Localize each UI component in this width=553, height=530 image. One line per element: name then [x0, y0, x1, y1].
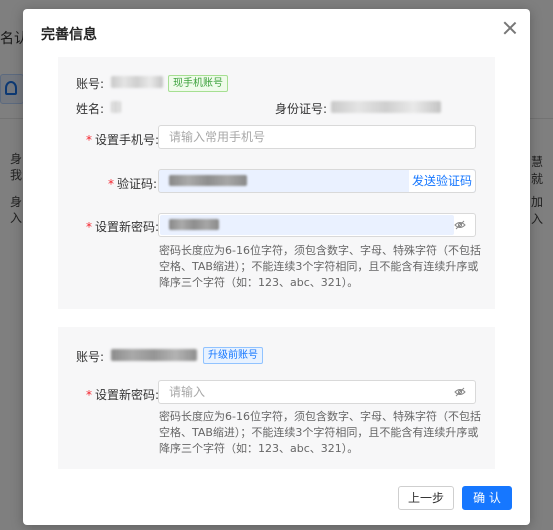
prev-step-button[interactable]: 上一步: [398, 486, 454, 510]
verify-code-redacted: [169, 175, 247, 186]
confirm-button[interactable]: 确 认: [462, 486, 512, 510]
eye-off-icon[interactable]: [454, 386, 466, 398]
account-label: 账号:: [76, 77, 105, 91]
phone-label: * 设置手机号:: [86, 133, 160, 147]
password-rule-hint: 密码长度应为6-16位字符，须包含数字、字母、特殊字符（不包括空格、TAB缩进）…: [159, 244, 481, 289]
legacy-password-input[interactable]: 请输入: [158, 380, 476, 404]
new-password-input[interactable]: [158, 213, 476, 237]
legacy-account-section: 账号: 升级前账号 * 设置新密码: 请输入 密码长度应为6-16位字符，须包含数…: [58, 327, 495, 469]
verify-code-label: * 验证码:: [108, 177, 158, 191]
eye-off-icon[interactable]: [454, 219, 466, 231]
new-password-label: * 设置新密码:: [86, 220, 160, 234]
current-account-tag: 现手机账号: [168, 75, 228, 92]
legacy-account-redacted: [111, 349, 197, 361]
name-label: 姓名:: [76, 102, 105, 116]
legacy-password-rule-hint: 密码长度应为6-16位字符，须包含数字、字母、特殊字符（不包括空格、TAB缩进）…: [159, 410, 481, 455]
legacy-password-label: * 设置新密码:: [86, 388, 160, 402]
current-account-section: 账号: 现手机账号 姓名: 身份证号: * 设置手机号: 请输入常用手机号 * 验证…: [58, 57, 495, 309]
id-number-label: 身份证号:: [275, 102, 328, 116]
id-number-redacted: [331, 101, 441, 113]
close-icon[interactable]: [503, 21, 517, 35]
send-code-button[interactable]: 发送验证码: [409, 170, 475, 192]
legacy-account-tag: 升级前账号: [203, 347, 263, 364]
name-value-redacted: [111, 101, 121, 113]
password-redacted: [169, 219, 219, 230]
legacy-account-label: 账号:: [76, 350, 105, 364]
account-value-redacted: [111, 76, 163, 88]
dialog-title: 完善信息: [41, 27, 97, 43]
complete-info-dialog: 完善信息 账号: 现手机账号 姓名: 身份证号: * 设置手机号: 请输入常用手机…: [23, 9, 530, 525]
verify-code-input[interactable]: 发送验证码: [158, 169, 476, 193]
phone-input[interactable]: 请输入常用手机号: [158, 125, 476, 149]
